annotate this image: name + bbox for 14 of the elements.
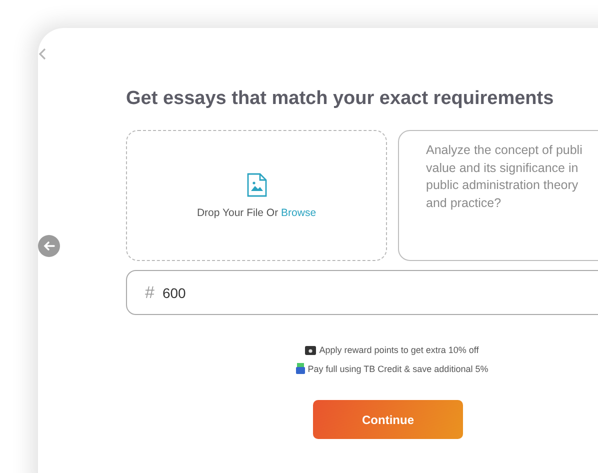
card-stack-icon (296, 363, 305, 374)
word-count-field[interactable]: # 600 (126, 270, 598, 315)
file-drop-zone[interactable]: Drop Your File Or Browse (126, 130, 387, 261)
wallet-icon (305, 345, 316, 355)
continue-button[interactable]: Continue (313, 400, 463, 439)
page-title: Get essays that match your exact requirements (126, 88, 554, 110)
browse-link[interactable]: Browse (281, 206, 316, 218)
offer-text: Pay full using TB Credit & save additional 5% (308, 364, 488, 374)
image-file-icon (246, 172, 266, 196)
hash-icon: # (145, 282, 154, 302)
drop-instruction: Drop Your File Or Browse (196, 206, 316, 218)
back-chevron-icon[interactable] (38, 48, 46, 60)
offer-text: Apply reward points to get extra 10% off (319, 345, 479, 355)
question-field[interactable]: Analyze the concept of publi value and its significance in public administration theory and practice? (398, 130, 598, 261)
